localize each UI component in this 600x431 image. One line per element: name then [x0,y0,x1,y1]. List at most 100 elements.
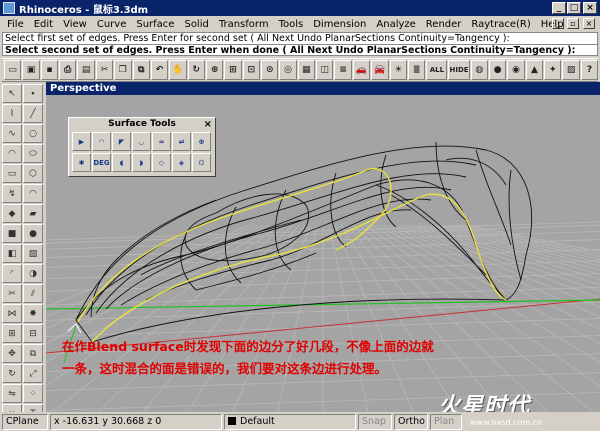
maximize-button[interactable]: □ [567,2,581,14]
menu-dimension[interactable]: Dimension [308,19,371,30]
snap-toggle[interactable]: Snap [358,413,392,430]
zoom-target-icon[interactable]: ◎ [279,60,297,80]
minimize-button[interactable]: _ [552,2,566,14]
close-button[interactable]: × [583,2,597,14]
line-icon[interactable]: ╱ [23,104,43,123]
arc-icon[interactable]: ◠ [2,144,22,163]
paste-icon[interactable]: ▤ [77,60,95,80]
cut-icon[interactable]: ✂ [95,60,114,80]
untrim-icon[interactable]: ◇ [152,153,171,172]
array-icon[interactable]: ⁘ [23,384,43,403]
undo-icon[interactable]: ↶ [150,60,169,80]
fillet-icon[interactable]: ◜ [2,264,22,283]
fillet-surface-icon[interactable]: ◠ [92,132,111,151]
menu-raytracer[interactable]: Raytrace(R) [466,19,535,30]
ellipse-icon[interactable]: ⬭ [23,144,43,163]
split-surface-icon[interactable]: ◈ [172,153,191,172]
sphere-shaded-icon[interactable]: ◉ [507,60,525,80]
selected-edges[interactable] [77,168,507,343]
extend-surface-icon[interactable]: ▶ [72,132,91,151]
color-wheel-icon[interactable]: ◍ [470,60,488,80]
cylinder-icon[interactable]: ◧ [2,244,22,263]
viewport-title[interactable]: Perspective [46,82,117,95]
copy-move-icon[interactable]: ⧉ [23,344,43,363]
zoom-extents-icon[interactable]: ⊡ [242,60,261,80]
zoom-selected-icon[interactable]: ⊙ [261,60,279,80]
car-icon[interactable]: 🚗 [352,60,371,80]
boolean-icon[interactable]: ◑ [23,264,43,283]
mdi-close-button[interactable]: × [583,18,595,29]
cone-blue-icon[interactable]: ▲ [525,60,544,80]
mdi-restore-button[interactable]: ▫ [567,18,579,29]
trim-icon[interactable]: ✂ [2,284,22,303]
ortho-toggle[interactable]: Ortho [394,413,428,430]
object-props-icon[interactable]: ≣ [407,60,426,80]
command-prompt[interactable]: Select second set of edges. Press Enter … [2,44,598,56]
help-icon[interactable]: ? [580,60,599,80]
copy2-icon[interactable]: ⧉ [132,60,150,80]
offset-icon[interactable]: ◠ [23,184,43,203]
mdi-minimize-button[interactable]: _ [552,18,564,29]
group-icon[interactable]: ⊞ [2,324,22,343]
light-icon[interactable]: ☀ [389,60,407,80]
pan-icon[interactable]: ✋ [169,60,187,80]
shrink-icon[interactable]: ◗ [132,153,151,172]
menu-analyze[interactable]: Analyze [371,19,420,30]
print-icon[interactable]: ⎙ [59,60,77,80]
mesh-icon[interactable]: ▧ [23,244,43,263]
view-cube-icon[interactable]: ◫ [316,60,334,80]
match-surface-icon[interactable]: ⇌ [172,132,191,151]
menu-render[interactable]: Render [421,19,467,30]
menu-solid[interactable]: Solid [179,19,213,30]
change-degree-icon[interactable]: DEG [92,153,111,172]
render-icon[interactable]: ✦ [544,60,562,80]
menu-transform[interactable]: Transform [214,19,274,30]
select-arrow-icon[interactable]: ↖ [2,84,22,103]
curve-icon[interactable]: ∿ [2,124,22,143]
menu-tools[interactable]: Tools [274,19,309,30]
zoom-window-icon[interactable]: ⊞ [224,60,242,80]
circle-icon[interactable]: ○ [23,124,43,143]
unroll-icon[interactable]: ◖ [112,153,131,172]
menu-curve[interactable]: Curve [92,19,132,30]
sphere-gray-icon[interactable]: ● [489,60,507,80]
menu-view[interactable]: View [58,19,92,30]
menu-surface[interactable]: Surface [131,19,179,30]
join-icon[interactable]: ⋈ [2,304,22,323]
rotate-view-icon[interactable]: ↻ [187,60,205,80]
offset-surface-icon[interactable]: ◡ [132,132,151,151]
save-icon[interactable]: ▪ [40,60,59,80]
car-red-icon[interactable]: 🚘 [371,60,389,80]
zoom-icon[interactable]: ⊕ [205,60,224,80]
open-icon[interactable]: ▣ [22,60,40,80]
menu-edit[interactable]: Edit [29,19,58,30]
polyline-icon[interactable]: ⌇ [2,104,22,123]
rotate-icon[interactable]: ↻ [2,364,22,383]
move-icon[interactable]: ✥ [2,344,22,363]
options-icon[interactable]: ▨ [562,60,580,80]
explode-icon[interactable]: ✸ [23,304,43,323]
point-icon[interactable]: ∙ [23,84,43,103]
show-all-icon[interactable]: ALL [426,60,448,80]
surface-tools-titlebar[interactable]: Surface Tools × [69,118,215,131]
extrude-icon[interactable]: ▰ [23,204,43,223]
blend-surface-icon[interactable]: ≈ [152,132,171,151]
sphere-icon[interactable]: ● [23,224,43,243]
scale-icon[interactable]: ⤢ [23,364,43,383]
chamfer-surface-icon[interactable]: ◤ [112,132,131,151]
copy-icon[interactable]: ❐ [114,60,132,80]
edge-tools-icon[interactable]: ⌬ [192,153,211,172]
split-icon[interactable]: ⫽ [23,284,43,303]
merge-surface-icon[interactable]: ⊕ [192,132,211,151]
grid-icon[interactable]: ▦ [297,60,316,80]
mirror-icon[interactable]: ⇋ [2,384,22,403]
layer-selector[interactable]: Default [224,413,356,430]
rebuild-surface-icon[interactable]: ✱ [72,153,91,172]
hide-icon[interactable]: HIDE [448,60,470,80]
menu-file[interactable]: File [2,19,29,30]
box-icon[interactable]: ■ [2,224,22,243]
planar-toggle[interactable]: Plan [430,413,462,430]
rectangle-icon[interactable]: ▭ [2,164,22,183]
surface-tools-close-button[interactable]: × [204,118,212,131]
polygon-icon[interactable]: ⬡ [23,164,43,183]
